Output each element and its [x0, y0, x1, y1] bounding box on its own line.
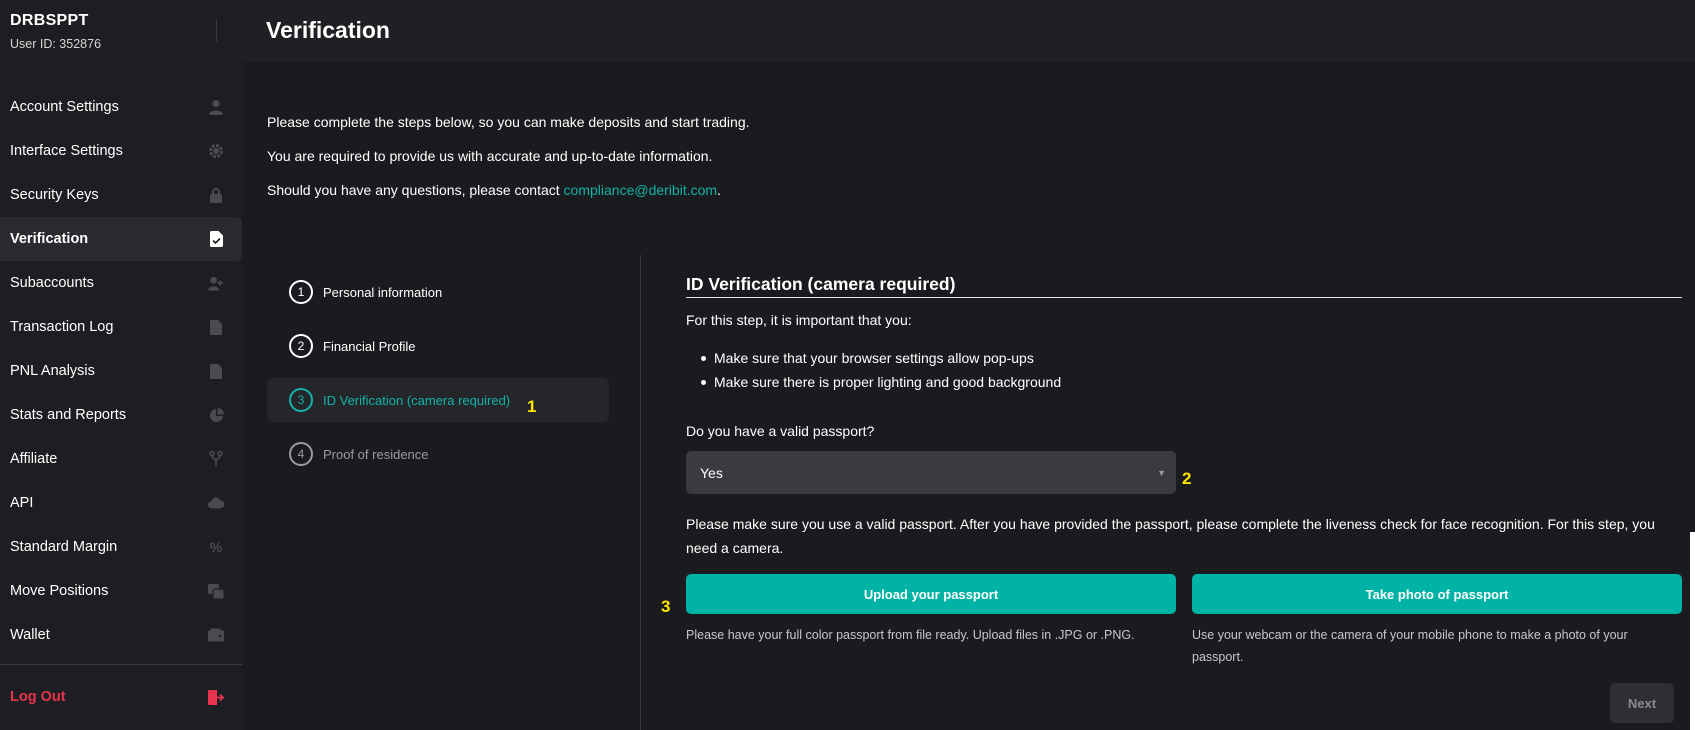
annotation-marker-1: 1: [527, 397, 537, 416]
sidebar-item-wallet[interactable]: Wallet: [0, 613, 242, 657]
sidebar-item-label: Move Positions: [10, 583, 109, 599]
document-icon: [208, 319, 224, 335]
sidebar-item-label: API: [10, 495, 34, 511]
step-label: ID Verification (camera required): [323, 392, 511, 408]
divider: [216, 20, 217, 42]
section-title: ID Verification (camera required): [686, 274, 956, 294]
intro-line: Should you have any questions, please co…: [267, 180, 750, 214]
passport-select[interactable]: Yes ▼: [686, 451, 1176, 494]
step-number: 2: [289, 334, 313, 358]
logout-icon: [208, 689, 224, 705]
document-check-icon: [208, 231, 224, 247]
scrollbar[interactable]: [1690, 532, 1695, 730]
annotation-marker-2: 2: [1182, 469, 1192, 488]
sidebar-item-interface-settings[interactable]: Interface Settings: [0, 129, 242, 173]
contact-suffix: .: [717, 182, 721, 198]
sidebar-item-label: PNL Analysis: [10, 363, 95, 379]
fork-icon: [208, 451, 224, 467]
sidebar-item-label: Wallet: [10, 627, 50, 643]
step-number: 3: [289, 388, 313, 412]
intro-text: Please complete the steps below, so you …: [267, 112, 750, 214]
divider: [0, 664, 242, 665]
list-item: Make sure there is proper lighting and g…: [700, 372, 1061, 396]
pie-chart-icon: [208, 407, 224, 423]
step-number: 4: [289, 442, 313, 466]
logout-label: Log Out: [10, 689, 66, 705]
intro-line: You are required to provide us with accu…: [267, 148, 713, 164]
sidebar-item-api[interactable]: API: [0, 481, 242, 525]
passport-note: Please make sure you use a valid passpor…: [686, 516, 1655, 556]
sidebar-item-subaccounts[interactable]: Subaccounts: [0, 261, 242, 305]
sidebar-item-label: Transaction Log: [10, 319, 114, 335]
sidebar: DRBSPPT User ID: 352876 Account Settings…: [0, 0, 242, 730]
step-id-verification[interactable]: 3 ID Verification (camera required): [267, 378, 609, 422]
percent-icon: %: [209, 539, 223, 555]
compliance-email-link[interactable]: compliance@deribit.com: [564, 182, 718, 198]
sidebar-item-transaction-log[interactable]: Transaction Log: [0, 305, 242, 349]
sidebar-item-affiliate[interactable]: Affiliate: [0, 437, 242, 481]
passport-question: Do you have a valid passport?: [686, 423, 875, 439]
chevron-down-icon: ▼: [1157, 467, 1166, 478]
header: Verification: [242, 0, 1695, 62]
sidebar-item-label: Stats and Reports: [10, 407, 127, 423]
contact-prefix: Should you have any questions, please co…: [267, 182, 564, 198]
user-name: DRBSPPT: [10, 12, 89, 29]
divider: [640, 255, 641, 730]
sidebar-item-stats-and-reports[interactable]: Stats and Reports: [0, 393, 242, 437]
sidebar-item-label: Affiliate: [10, 451, 58, 467]
steps-list: 1 Personal information 2 Financial Profi…: [267, 270, 609, 486]
annotation-marker-3: 3: [661, 597, 671, 616]
step-personal-information[interactable]: 1 Personal information: [267, 270, 609, 314]
upload-hint: Please have your full color passport fro…: [686, 628, 1135, 642]
step-financial-profile[interactable]: 2 Financial Profile: [267, 324, 609, 368]
next-button[interactable]: Next: [1610, 683, 1674, 723]
gear-icon: [208, 143, 224, 159]
sidebar-item-move-positions[interactable]: Move Positions: [0, 569, 242, 613]
user-block: DRBSPPT User ID: 352876: [10, 12, 101, 51]
sidebar-item-label: Security Keys: [10, 187, 99, 203]
step-label: Financial Profile: [323, 338, 416, 354]
step-number: 1: [289, 280, 313, 304]
section-lead: For this step, it is important that you:: [686, 312, 912, 328]
sidebar-nav: Account Settings Interface Settings Secu…: [0, 85, 242, 657]
users-icon: [208, 275, 224, 291]
user-icon: [208, 99, 224, 115]
sidebar-item-label: Account Settings: [10, 99, 119, 115]
upload-passport-button[interactable]: Upload your passport: [686, 574, 1176, 614]
move-icon: [208, 583, 224, 599]
sidebar-item-verification[interactable]: Verification: [0, 217, 242, 261]
step-label: Personal information: [323, 284, 443, 300]
step-label: Proof of residence: [323, 446, 429, 462]
lock-icon: [208, 187, 224, 203]
wallet-icon: [208, 627, 224, 643]
cloud-icon: [208, 495, 224, 511]
sidebar-item-label: Interface Settings: [10, 143, 123, 159]
photo-hint: Use your webcam or the camera of your mo…: [1192, 628, 1628, 664]
sidebar-item-account-settings[interactable]: Account Settings: [0, 85, 242, 129]
intro-line: Please complete the steps below, so you …: [267, 114, 750, 130]
step-proof-of-residence[interactable]: 4 Proof of residence: [267, 432, 609, 476]
requirements-list: Make sure that your browser settings all…: [700, 348, 1061, 396]
sidebar-item-pnl-analysis[interactable]: PNL Analysis: [0, 349, 242, 393]
user-id: User ID: 352876: [10, 37, 102, 51]
sidebar-item-security-keys[interactable]: Security Keys: [0, 173, 242, 217]
logout-button[interactable]: Log Out: [0, 675, 242, 719]
page-title: Verification: [266, 17, 390, 43]
divider: [686, 297, 1682, 298]
sidebar-item-label: Subaccounts: [10, 275, 94, 291]
sidebar-item-label: Standard Margin: [10, 539, 118, 555]
document-icon: [208, 363, 224, 379]
sidebar-item-label: Verification: [10, 231, 89, 247]
list-item: Make sure that your browser settings all…: [700, 348, 1061, 372]
sidebar-item-standard-margin[interactable]: Standard Margin %: [0, 525, 242, 569]
take-photo-button[interactable]: Take photo of passport: [1192, 574, 1682, 614]
select-value: Yes: [700, 464, 723, 481]
